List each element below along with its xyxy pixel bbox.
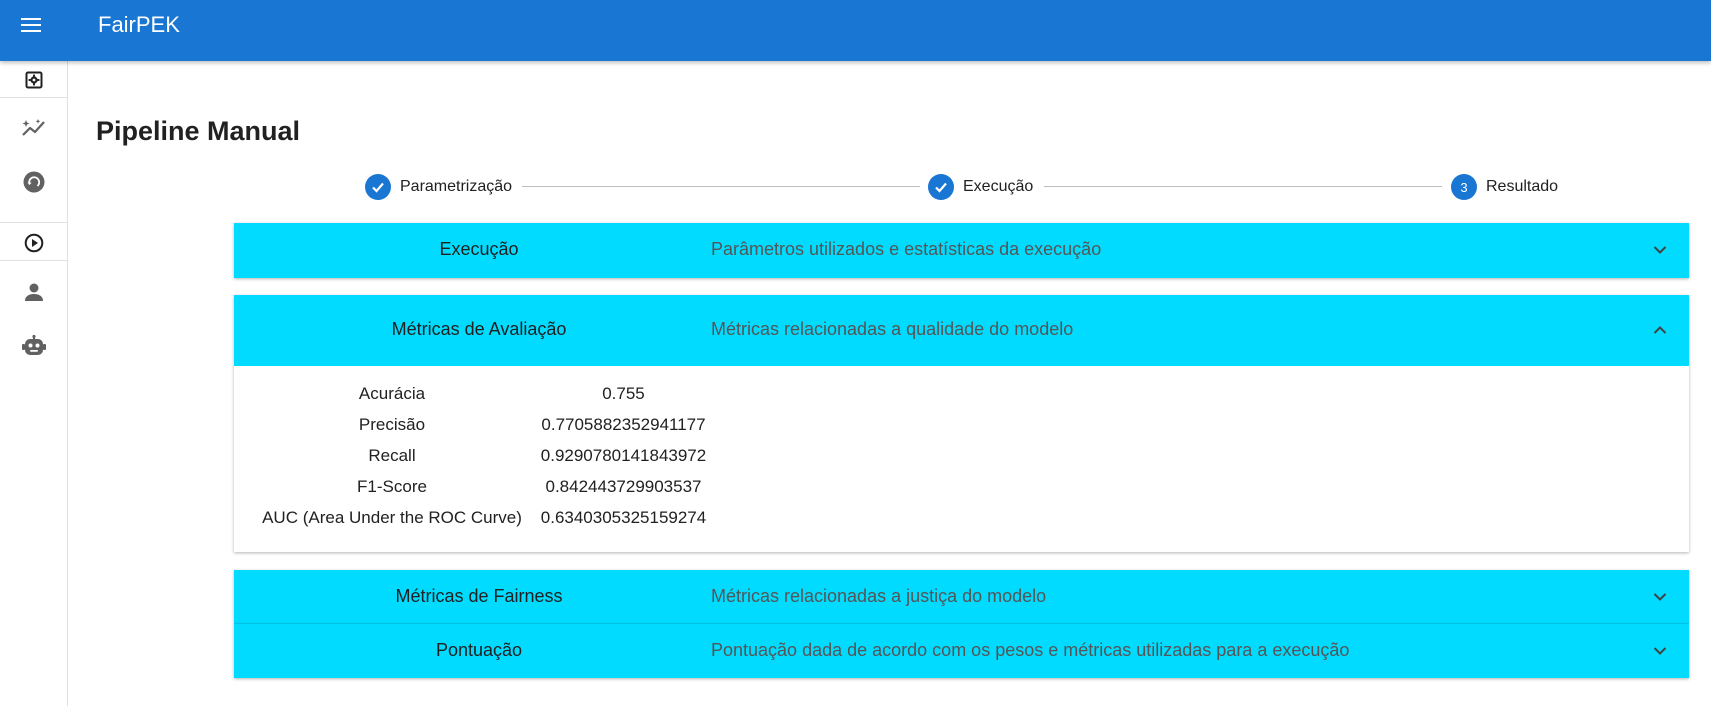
table-row: AUC (Area Under the ROC Curve) 0.6340305… [254, 502, 713, 533]
table-row: Precisão 0.7705882352941177 [254, 409, 713, 440]
metric-name: F1-Score [357, 476, 427, 496]
stepper: Parametrização Execução 3 Resultado [360, 172, 1560, 202]
panel-metricas-fairness: Métricas de Fairness Métricas relacionad… [234, 570, 1689, 624]
panel-pontuacao: Pontuação Pontuação dada de acordo com o… [234, 624, 1689, 678]
panel-pontuacao-header[interactable]: Pontuação Pontuação dada de acordo com o… [234, 624, 1689, 678]
step-resultado[interactable]: 3 Resultado [1451, 172, 1558, 202]
chevron-down-icon [1653, 243, 1667, 257]
app-title: FairPEK [98, 12, 180, 37]
page-title: Pipeline Manual [96, 116, 301, 146]
metric-value: 0.9290780141843972 [540, 445, 707, 465]
panel-metricas-avaliacao: Métricas de Avaliação Métricas relaciona… [234, 295, 1689, 552]
table-row: Acurácia 0.755 [254, 378, 713, 409]
step-execucao[interactable]: Execução [928, 172, 1033, 202]
panel-metricas-avaliacao-body: Acurácia 0.755 Precisão 0.77058823529411… [234, 366, 1689, 552]
metrics-table: Acurácia 0.755 Precisão 0.77058823529411… [254, 378, 713, 533]
chevron-up-icon [1653, 323, 1667, 337]
metric-name: Recall [368, 445, 416, 465]
check-icon [372, 182, 384, 193]
nav-item-profile[interactable] [0, 273, 67, 311]
history-circle-icon [23, 171, 44, 193]
panel-title: Execução [439, 239, 519, 259]
metric-name: AUC (Area Under the ROC Curve) [262, 507, 522, 527]
panel-title: Métricas de Avaliação [391, 319, 567, 339]
step-parametrizacao[interactable]: Parametrização [365, 172, 512, 202]
panel-description: Parâmetros utilizados e estatísticas da … [711, 239, 1102, 259]
chart-sparkle-icon [21, 119, 45, 136]
metric-name: Precisão [358, 414, 426, 434]
settings-box-icon [25, 71, 42, 89]
panel-title: Métricas de Fairness [395, 586, 563, 606]
step-connector [1044, 186, 1442, 187]
metric-value: 0.755 [602, 383, 645, 403]
nav-divider [0, 222, 67, 223]
menu-icon[interactable] [17, 13, 45, 37]
step-number-badge: 3 [1451, 174, 1477, 200]
step-label: Parametrização [400, 178, 513, 195]
table-row: Recall 0.9290780141843972 [254, 440, 713, 471]
metric-name: Acurácia [358, 383, 426, 403]
chevron-down-icon [1653, 644, 1667, 658]
person-icon [24, 283, 43, 301]
panel-description: Métricas relacionadas a qualidade do mod… [711, 319, 1074, 339]
panel-metricas-avaliacao-header[interactable]: Métricas de Avaliação Métricas relaciona… [234, 295, 1689, 366]
panel-title: Pontuação [435, 640, 523, 660]
metric-value: 0.7705882352941177 [541, 414, 706, 434]
panel-execucao-header[interactable]: Execução Parâmetros utilizados e estatís… [234, 223, 1689, 278]
nav-item-execute[interactable] [0, 229, 67, 257]
step-connector [522, 186, 920, 187]
nav-item-settings[interactable] [0, 66, 67, 94]
panel-description: Pontuação dada de acordo com os pesos e … [711, 640, 1350, 660]
step-completed-badge [928, 174, 954, 200]
table-row: F1-Score 0.842443729903537 [254, 471, 713, 502]
panel-description: Métricas relacionadas a justiça do model… [711, 586, 1047, 606]
panel-metricas-fairness-header[interactable]: Métricas de Fairness Métricas relacionad… [234, 570, 1689, 624]
panel-execucao: Execução Parâmetros utilizados e estatís… [234, 223, 1689, 278]
play-circle-icon [24, 233, 43, 253]
metric-value: 0.6340305325159274 [540, 507, 707, 527]
chevron-down-icon [1653, 590, 1667, 604]
nav-drawer [0, 61, 68, 706]
metric-value: 0.842443729903537 [545, 476, 702, 496]
nav-divider [0, 97, 67, 98]
nav-item-history[interactable] [0, 163, 67, 201]
nav-item-bot[interactable] [0, 327, 67, 365]
step-completed-badge [365, 174, 391, 200]
step-label: Resultado [1486, 178, 1559, 195]
nav-divider [0, 260, 67, 261]
step-label: Execução [963, 178, 1034, 195]
nav-item-analytics[interactable] [0, 109, 67, 147]
check-icon [935, 182, 947, 193]
robot-icon [21, 335, 46, 355]
app-bar: FairPEK [0, 0, 1711, 61]
